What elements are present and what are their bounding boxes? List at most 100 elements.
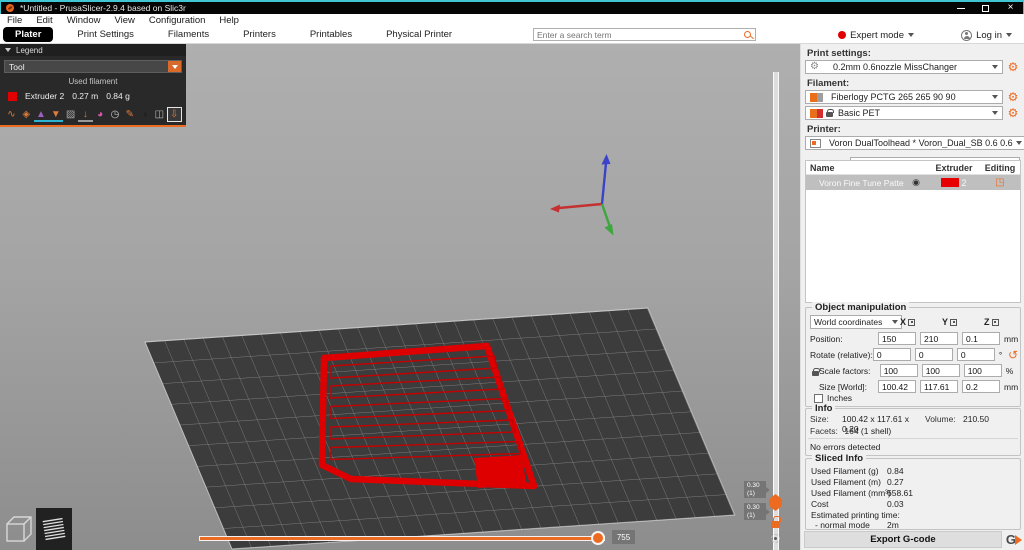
object-extruder-swatch[interactable] bbox=[941, 178, 959, 187]
rotate-z-input[interactable] bbox=[957, 348, 995, 361]
axis-select-icon[interactable] bbox=[908, 319, 915, 326]
color-changes-icon[interactable]: ◕ bbox=[93, 107, 108, 122]
axis-select-icon[interactable] bbox=[950, 319, 957, 326]
scale-y-input[interactable] bbox=[922, 364, 960, 377]
legend-header[interactable]: Legend bbox=[0, 44, 186, 56]
3d-viewport[interactable]: Legend Tool Used filament Extruder 2 0.2… bbox=[0, 44, 800, 550]
chevron-down-icon bbox=[892, 320, 898, 324]
menu-edit[interactable]: Edit bbox=[29, 14, 59, 26]
layer-slider-lower-handle[interactable] bbox=[771, 534, 780, 543]
scale-x-input[interactable] bbox=[880, 364, 918, 377]
gcode-move-slider-handle[interactable] bbox=[591, 531, 605, 545]
size-z-input[interactable] bbox=[962, 380, 1000, 393]
errors-status: No errors detected bbox=[810, 442, 880, 452]
tab-printers[interactable]: Printers bbox=[233, 27, 286, 42]
retractions-icon[interactable]: ▲ bbox=[34, 108, 49, 120]
expert-mode-dot-icon bbox=[838, 31, 846, 39]
menu-window[interactable]: Window bbox=[60, 14, 108, 26]
cost-value: 0.03 bbox=[887, 499, 904, 509]
deretractions-icon[interactable]: ▼ bbox=[48, 108, 63, 120]
preview-view-button[interactable] bbox=[36, 508, 72, 550]
filament-2-color-swatch bbox=[810, 109, 823, 118]
menu-help[interactable]: Help bbox=[212, 14, 246, 26]
chevron-down-icon bbox=[908, 33, 914, 37]
filament-1-color-swatch bbox=[810, 93, 823, 102]
wipe-icon[interactable]: ◈ bbox=[19, 107, 34, 122]
printer-dropdown[interactable]: Voron DualToolhead * Voron_Dual_SB 0.6 0… bbox=[805, 136, 1024, 150]
position-z-input[interactable] bbox=[962, 332, 1000, 345]
filament-1-dropdown[interactable]: Fiberlogy PCTG 265 265 90 90 bbox=[805, 90, 1003, 104]
layer-lower-tooltip: 0.30 (1) bbox=[744, 503, 766, 520]
tab-filaments[interactable]: Filaments bbox=[158, 27, 219, 42]
scale-label: Scale factors: bbox=[810, 366, 880, 376]
seams-icon[interactable]: ▨ bbox=[63, 107, 78, 122]
uniform-scale-lock-icon[interactable] bbox=[812, 371, 819, 376]
inches-checkbox[interactable] bbox=[814, 394, 823, 403]
search-icon[interactable] bbox=[744, 31, 751, 38]
print-settings-dropdown[interactable]: ⚙ 0.2mm 0.6nozzle MissChanger bbox=[805, 60, 1003, 74]
cost-label: Cost bbox=[811, 499, 828, 509]
object-row-selected[interactable]: Voron Fine Tune Pattern.stl ◉ 2 ◳ bbox=[806, 175, 1020, 190]
position-y-input[interactable] bbox=[920, 332, 958, 345]
layer-slider-track[interactable] bbox=[773, 72, 779, 550]
menu-file[interactable]: File bbox=[0, 14, 29, 26]
extruder-length: 0.27 m bbox=[72, 91, 98, 101]
object-name: Voron Fine Tune Pattern.stl bbox=[806, 178, 904, 188]
print-settings-edit-gear-button[interactable]: ⚙ bbox=[1006, 60, 1020, 74]
minimize-button[interactable] bbox=[948, 2, 973, 14]
size-x-input[interactable] bbox=[878, 380, 916, 393]
position-x-input[interactable] bbox=[878, 332, 916, 345]
tab-printables[interactable]: Printables bbox=[300, 27, 362, 42]
legend-view-dropdown[interactable]: Tool bbox=[4, 60, 182, 73]
rotate-label: Rotate (relative): bbox=[810, 350, 873, 360]
object-editing-icon[interactable]: ◳ bbox=[995, 177, 1004, 188]
dropdown-arrow-icon[interactable] bbox=[168, 61, 181, 72]
visibility-eye-icon[interactable]: ◉ bbox=[904, 177, 928, 188]
center-of-gravity-icon[interactable]: ◑ bbox=[137, 107, 152, 122]
pause-prints-icon[interactable]: ◷ bbox=[108, 107, 123, 122]
chevron-down-icon bbox=[992, 111, 998, 115]
user-avatar-icon bbox=[961, 30, 972, 41]
login-label: Log in bbox=[976, 30, 1002, 41]
tab-print-settings[interactable]: Print Settings bbox=[67, 27, 144, 42]
filament-1-edit-gear-button[interactable]: ⚙ bbox=[1006, 90, 1020, 104]
tool-marker-icon[interactable]: ⇩ bbox=[167, 107, 182, 122]
shells-icon[interactable]: ◫ bbox=[152, 107, 167, 122]
close-button[interactable]: × bbox=[998, 2, 1023, 14]
mode-selector[interactable]: Expert mode bbox=[838, 26, 914, 44]
rotate-x-input[interactable] bbox=[873, 348, 911, 361]
menu-view[interactable]: View bbox=[107, 14, 141, 26]
print-time-value: 2m bbox=[887, 520, 899, 530]
reset-rotation-icon[interactable]: ↺ bbox=[1008, 349, 1018, 361]
3d-editor-view-button[interactable] bbox=[0, 508, 36, 550]
size-y-input[interactable] bbox=[920, 380, 958, 393]
legend-view-value: Tool bbox=[5, 62, 168, 72]
sliced-info-panel: Sliced Info Used Filament (g) 0.84 Used … bbox=[805, 458, 1021, 530]
print-time-mode: - normal mode bbox=[815, 520, 870, 530]
travel-moves-icon[interactable]: ∿ bbox=[4, 107, 19, 122]
menu-configuration[interactable]: Configuration bbox=[142, 14, 213, 26]
gcode-move-slider-track[interactable] bbox=[199, 536, 605, 541]
send-gcode-button[interactable]: G bbox=[1006, 532, 1022, 547]
login-button[interactable]: Log in bbox=[961, 26, 1012, 44]
scale-z-input[interactable] bbox=[964, 364, 1002, 377]
tool-changes-icon[interactable]: ↓ bbox=[78, 108, 93, 120]
coordinates-dropdown[interactable]: World coordinates bbox=[810, 315, 902, 329]
rotate-y-input[interactable] bbox=[915, 348, 953, 361]
export-gcode-button[interactable]: Export G-code bbox=[804, 531, 1002, 548]
search-input[interactable] bbox=[534, 30, 744, 40]
search-box[interactable] bbox=[533, 28, 756, 41]
tab-physical-printer[interactable]: Physical Printer bbox=[376, 27, 462, 42]
layer-slider-lock-icon[interactable] bbox=[771, 521, 780, 528]
play-triangle-icon bbox=[1015, 535, 1022, 545]
axis-select-icon[interactable] bbox=[992, 319, 999, 326]
tab-plater[interactable]: Plater bbox=[3, 27, 53, 42]
custom-gcode-icon[interactable]: ✎ bbox=[122, 107, 137, 122]
maximize-button[interactable] bbox=[973, 2, 998, 14]
filament-2-dropdown[interactable]: Basic PET bbox=[805, 106, 1003, 120]
filament-2-edit-gear-button[interactable]: ⚙ bbox=[1006, 106, 1020, 120]
axis-header-y: Y bbox=[942, 317, 957, 327]
coordinates-value: World coordinates bbox=[814, 317, 892, 327]
menu-bar: File Edit Window View Configuration Help bbox=[0, 14, 1024, 26]
minimize-icon bbox=[957, 8, 965, 9]
